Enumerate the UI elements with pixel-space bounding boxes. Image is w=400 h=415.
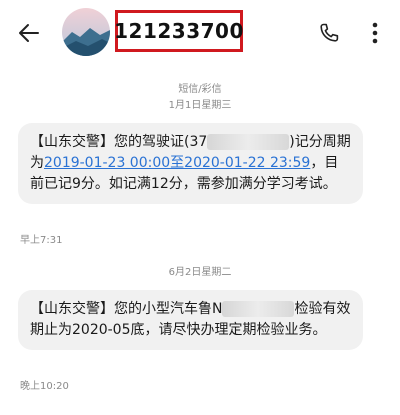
avatar-landscape-image: [62, 8, 110, 56]
redacted-prefix: 37: [189, 134, 208, 150]
back-arrow-icon: [19, 24, 39, 42]
period-link[interactable]: 2019-01-23 00:00至2020-01-22 23:59: [44, 155, 310, 171]
message-text: 您的驾驶证(: [114, 134, 190, 150]
message-bubble[interactable]: 【山东交警】您的小型汽车鲁N 检验有效期止为2020-05底，请尽快办理定期检验业…: [18, 290, 363, 350]
call-button[interactable]: [314, 18, 344, 48]
phone-icon: [320, 23, 339, 42]
conversation-header: 121233700: [0, 0, 400, 64]
message-text: 您的小型汽车鲁N: [114, 301, 223, 317]
contact-number-highlight: 121233700: [114, 10, 244, 52]
more-options-button[interactable]: [362, 18, 388, 48]
sender-tag: 【山东交警】: [30, 301, 114, 317]
sender-tag: 【山东交警】: [30, 134, 114, 150]
channel-label: 短信/彩信: [178, 84, 222, 95]
redacted-plate-number: [222, 301, 295, 317]
message-time: 晚上10:20: [20, 381, 69, 392]
date-separator: 6月2日星期二: [168, 267, 232, 278]
date-separator: 1月1日星期三: [168, 100, 232, 111]
message-time: 早上7:31: [20, 235, 63, 246]
redacted-license-number: [207, 134, 290, 150]
more-vertical-icon: [372, 22, 378, 44]
contact-avatar[interactable]: [62, 8, 110, 56]
contact-number-title: 121233700: [114, 19, 244, 43]
back-button[interactable]: [14, 18, 44, 48]
message-bubble[interactable]: 【山东交警】您的驾驶证(37)记分周期为2019-01-23 00:00至202…: [18, 123, 363, 204]
